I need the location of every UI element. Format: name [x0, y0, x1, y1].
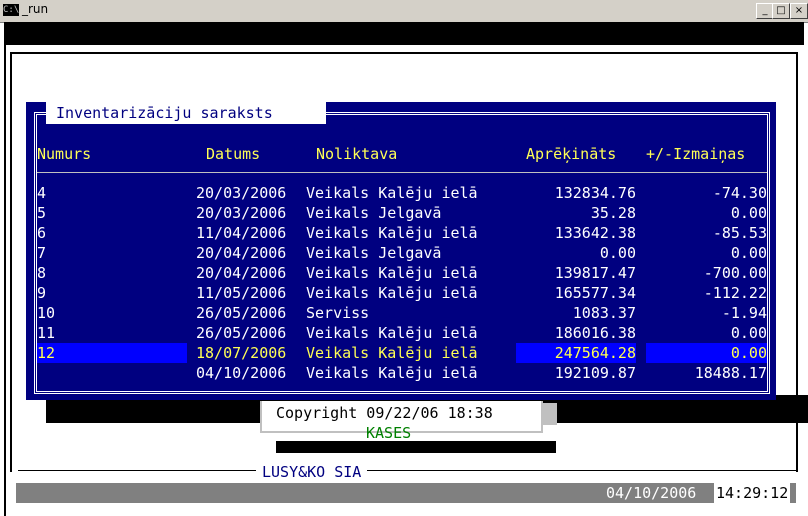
cell-change: 0.00 [730, 324, 767, 342]
column-header-change: +/-Izmaiņas [646, 145, 746, 163]
cell-number: 8 [37, 264, 47, 282]
cell-date: 11/04/2006 [196, 224, 287, 242]
status-date: 04/10/2006 [606, 484, 697, 502]
dialog-title: Inventarizāciju saraksts [56, 104, 273, 122]
footer-line [18, 470, 798, 471]
cell-number: 11 [37, 324, 56, 342]
cell-number: 9 [37, 284, 47, 302]
cell-change: -74.30 [712, 184, 767, 202]
cell-date: 20/04/2006 [196, 244, 287, 262]
status-time: 14:29:12 [714, 483, 791, 503]
cell-warehouse: Serviss [306, 304, 370, 322]
cell-change: 0.00 [730, 204, 767, 222]
cell-change: 0.00 [646, 343, 767, 363]
cell-calculated: 186016.38 [554, 324, 636, 342]
scroll-handle[interactable] [543, 403, 557, 425]
cell-change: -85.53 [712, 224, 767, 242]
console-icon: C:\ [3, 4, 20, 16]
cell-warehouse: Veikals Kalēju ielā [306, 284, 478, 302]
column-header-warehouse: Noliktava [316, 145, 398, 163]
table-row[interactable]: 8 20/04/2006 Veikals Kalēju ielā 139817.47 -… [37, 263, 767, 283]
cell-calculated: 0.00 [599, 244, 636, 262]
cell-change: 0.00 [730, 244, 767, 262]
table-row[interactable]: 4 20/03/2006 Veikals Kalēju ielā 132834.76 -… [37, 183, 767, 203]
cell-calculated: 35.28 [590, 204, 636, 222]
menu-title: KASES [366, 424, 412, 442]
cell-date: 20/03/2006 [196, 204, 287, 222]
cell-calculated: 192109.87 [554, 364, 636, 382]
cell-warehouse: Veikals Kalēju ielā [306, 344, 478, 362]
frame-line-left [10, 52, 12, 472]
cell-warehouse: Veikals Jelgavā [306, 244, 442, 262]
table-row[interactable]: 6 11/04/2006 Veikals Kalēju ielā 133642.38 -… [37, 223, 767, 243]
company-name: LUSY&KO SIA [256, 462, 368, 482]
cell-date: 26/05/2006 [196, 304, 287, 322]
maximize-button[interactable]: □ [772, 3, 790, 19]
cell-calculated: 139817.47 [554, 264, 636, 282]
cell-change: 18488.17 [694, 364, 767, 382]
cell-change: -112.22 [703, 284, 767, 302]
cell-calculated: 132834.76 [554, 184, 636, 202]
table-row[interactable]: 04/10/2006 Veikals Kalēju ielā 192109.87 18… [37, 363, 767, 383]
cell-warehouse: Veikals Jelgavā [306, 204, 442, 222]
cell-number: 6 [37, 224, 47, 242]
table-row[interactable]: 10 26/05/2006 Serviss 1083.37 -1.94 [37, 303, 767, 323]
table-row[interactable]: 7 20/04/2006 Veikals Jelgavā 0.00 0.00 [37, 243, 767, 263]
cell-change: -700.00 [703, 264, 767, 282]
table-row[interactable]: 11 26/05/2006 Veikals Kalēju ielā 186016.38… [37, 323, 767, 343]
header-separator [37, 172, 767, 173]
cell-warehouse: Veikals Kalēju ielā [306, 264, 478, 282]
window-title-bar[interactable]: C:\ _run _ □ × [0, 0, 808, 23]
cell-calculated: 133642.38 [554, 224, 636, 242]
cell-warehouse: Veikals Kalēju ielā [306, 224, 478, 242]
cell-calculated: 1083.37 [572, 304, 636, 322]
table-row-selected[interactable]: 12 18/07/2006 Veikals Kalēju ielā 247564.28… [37, 343, 767, 363]
cell-calculated: 247564.28 [516, 343, 636, 363]
cell-date: 04/10/2006 [196, 364, 287, 382]
cell-date: 20/03/2006 [196, 184, 287, 202]
frame-line-top [10, 52, 798, 54]
cell-warehouse: Veikals Kalēju ielā [306, 324, 478, 342]
copyright-text: Copyright 09/22/06 18:38 [276, 404, 493, 422]
cell-date: 11/05/2006 [196, 284, 287, 302]
cell-change: -1.94 [721, 304, 767, 322]
menu-title-line-right [446, 431, 542, 433]
cell-number: 10 [37, 304, 56, 322]
cell-date: 20/04/2006 [196, 264, 287, 282]
cell-number: 7 [37, 244, 47, 262]
window-title: _run [22, 2, 49, 16]
cell-number: 4 [37, 184, 47, 202]
cell-warehouse: Veikals Kalēju ielā [306, 184, 478, 202]
close-button[interactable]: × [790, 3, 808, 19]
cell-number [37, 363, 187, 383]
cell-date: 18/07/2006 [196, 344, 287, 362]
column-header-calculated: Aprēķināts [526, 145, 617, 163]
menu-shadow [276, 441, 556, 453]
menu-title-line-left [262, 431, 346, 433]
table-row[interactable]: 5 20/03/2006 Veikals Jelgavā 35.28 0.00 [37, 203, 767, 223]
cell-number: 12 [37, 343, 187, 363]
table-row[interactable]: 9 11/05/2006 Veikals Kalēju ielā 165577.34 -… [37, 283, 767, 303]
cell-date: 26/05/2006 [196, 324, 287, 342]
cell-number: 5 [37, 204, 47, 222]
cell-calculated: 165577.34 [554, 284, 636, 302]
cell-warehouse: Veikals Kalēju ielā [306, 364, 478, 382]
column-header-date: Datums [206, 145, 261, 163]
column-header-number: Numurs [37, 145, 92, 163]
